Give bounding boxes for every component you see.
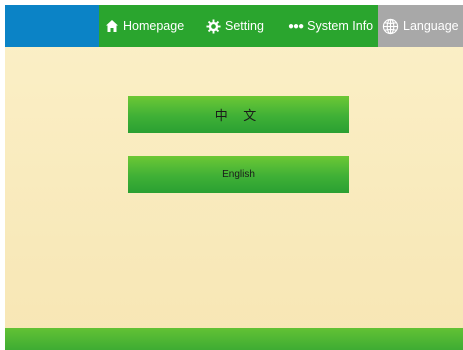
nav-setting[interactable]: Setting bbox=[206, 5, 264, 47]
logo-block bbox=[5, 5, 99, 47]
globe-icon bbox=[382, 18, 399, 35]
dots-icon: ●●● bbox=[288, 20, 304, 32]
nav-setting-label: Setting bbox=[225, 19, 264, 33]
nav-language-label: Language bbox=[403, 19, 459, 33]
nav-homepage-label: Homepage bbox=[123, 19, 185, 33]
home-icon bbox=[105, 19, 119, 33]
nav-homepage[interactable]: Homepage bbox=[105, 5, 184, 47]
footer-bar bbox=[5, 328, 463, 350]
nav-system-info-label: System Info bbox=[307, 19, 374, 33]
nav-system-info[interactable]: ●●● System Info bbox=[288, 5, 373, 47]
gear-icon bbox=[206, 18, 221, 34]
chinese-language-button[interactable]: 中 文 bbox=[128, 96, 349, 133]
app-frame: Homepage Setting ●●● System Info Languag… bbox=[5, 5, 463, 350]
nav-language[interactable]: Language bbox=[378, 5, 463, 47]
english-language-button[interactable]: English bbox=[128, 156, 349, 193]
top-nav-bar: Homepage Setting ●●● System Info Languag… bbox=[5, 5, 463, 47]
